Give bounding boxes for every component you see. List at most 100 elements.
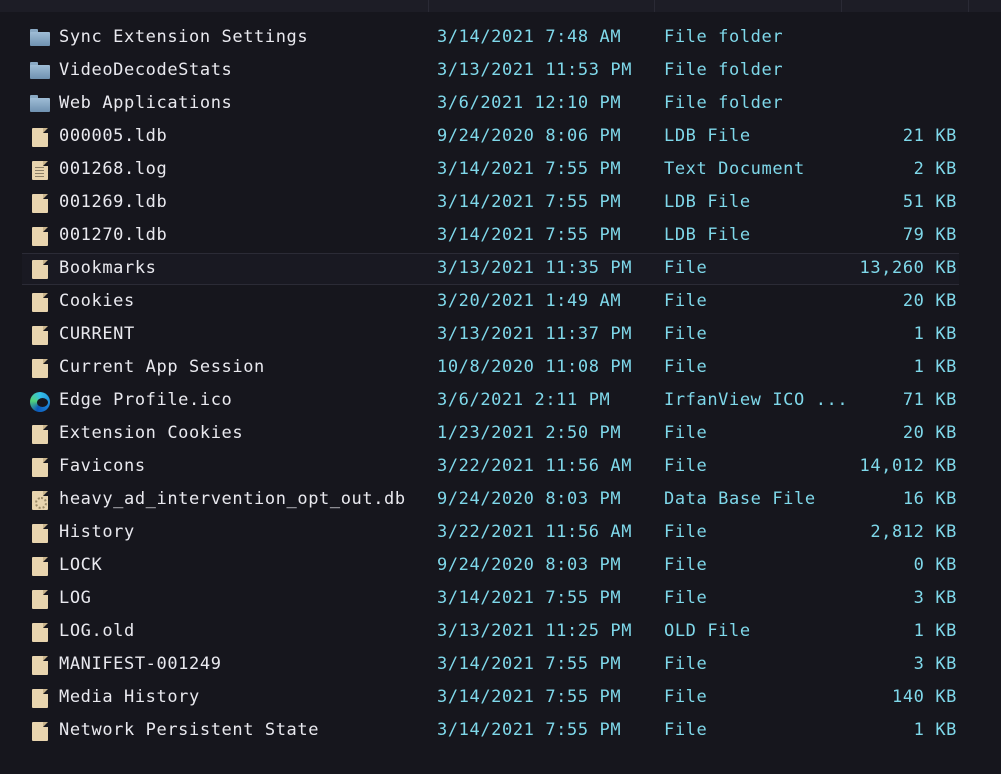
file-date-modified: 3/14/2021 7:55 PM	[437, 687, 622, 707]
file-type: LDB File	[664, 192, 751, 212]
file-size: 0 KB	[913, 555, 957, 575]
file-type: File	[664, 588, 708, 608]
file-size: 2,812 KB	[870, 522, 957, 542]
file-date-modified: 9/24/2020 8:06 PM	[437, 126, 622, 146]
file-row[interactable]: MANIFEST-001249 3/14/2021 7:55 PM File 3 KB	[0, 648, 1001, 681]
database-file-icon	[30, 491, 50, 510]
file-type: File	[664, 456, 708, 476]
file-type: File	[664, 720, 708, 740]
file-icon	[30, 359, 50, 378]
file-row[interactable]: VideoDecodeStats 3/13/2021 11:53 PM File f…	[0, 54, 1001, 87]
file-date-modified: 3/6/2021 2:11 PM	[437, 390, 611, 410]
file-date-modified: 9/24/2020 8:03 PM	[437, 555, 622, 575]
file-date-modified: 3/6/2021 12:10 PM	[437, 93, 622, 113]
file-date-modified: 3/22/2021 11:56 AM	[437, 456, 633, 476]
file-date-modified: 3/14/2021 7:55 PM	[437, 192, 622, 212]
file-name: Edge Profile.ico	[59, 390, 233, 410]
file-row[interactable]: Cookies 3/20/2021 1:49 AM File 20 KB	[0, 285, 1001, 318]
file-name: 001268.log	[59, 159, 168, 179]
text-file-icon	[30, 161, 50, 180]
file-size: 79 KB	[902, 225, 957, 245]
column-header-date[interactable]	[429, 0, 655, 12]
file-row[interactable]: Extension Cookies 1/23/2021 2:50 PM File 20…	[0, 417, 1001, 450]
file-icon	[30, 722, 50, 741]
file-icon	[30, 458, 50, 477]
file-name: Network Persistent State	[59, 720, 320, 740]
file-name: Extension Cookies	[59, 423, 244, 443]
file-icon	[30, 326, 50, 345]
file-type: File	[664, 522, 708, 542]
file-size: 20 KB	[902, 423, 957, 443]
file-row[interactable]: heavy_ad_intervention_opt_out.db 9/24/202…	[0, 483, 1001, 516]
file-row[interactable]: Media History 3/14/2021 7:55 PM File 140 KB	[0, 681, 1001, 714]
file-size: 16 KB	[902, 489, 957, 509]
file-type: File	[664, 423, 708, 443]
file-name: Favicons	[59, 456, 146, 476]
file-type: File folder	[664, 60, 784, 80]
file-size: 51 KB	[902, 192, 957, 212]
file-name: LOG.old	[59, 621, 135, 641]
file-name: LOG	[59, 588, 92, 608]
file-row[interactable]: LOG.old 3/13/2021 11:25 PM OLD File 1 KB	[0, 615, 1001, 648]
file-size: 1 KB	[913, 621, 957, 641]
file-row[interactable]: 001270.ldb 3/14/2021 7:55 PM LDB File 79 KB	[0, 219, 1001, 252]
file-size: 14,012 KB	[859, 456, 957, 476]
file-type: File	[664, 291, 708, 311]
file-size: 21 KB	[902, 126, 957, 146]
file-type: Data Base File	[664, 489, 816, 509]
file-row[interactable]: LOCK 9/24/2020 8:03 PM File 0 KB	[0, 549, 1001, 582]
file-type: File	[664, 654, 708, 674]
file-type: File folder	[664, 27, 784, 47]
file-size: 1 KB	[913, 324, 957, 344]
file-row[interactable]: CURRENT 3/13/2021 11:37 PM File 1 KB	[0, 318, 1001, 351]
file-type: OLD File	[664, 621, 751, 641]
file-name: Bookmarks	[59, 258, 157, 278]
file-name: 000005.ldb	[59, 126, 168, 146]
file-date-modified: 3/20/2021 1:49 AM	[437, 291, 622, 311]
file-row[interactable]: Favicons 3/22/2021 11:56 AM File 14,012 KB	[0, 450, 1001, 483]
file-row[interactable]: 001269.ldb 3/14/2021 7:55 PM LDB File 51 KB	[0, 186, 1001, 219]
file-row[interactable]: 001268.log 3/14/2021 7:55 PM Text Document…	[0, 153, 1001, 186]
file-name: Media History	[59, 687, 200, 707]
file-name: 001269.ldb	[59, 192, 168, 212]
file-date-modified: 9/24/2020 8:03 PM	[437, 489, 622, 509]
file-date-modified: 10/8/2020 11:08 PM	[437, 357, 633, 377]
file-type: IrfanView ICO ...	[664, 390, 849, 410]
file-name: VideoDecodeStats	[59, 60, 233, 80]
file-size: 2 KB	[913, 159, 957, 179]
file-row[interactable]: 000005.ldb 9/24/2020 8:06 PM LDB File 21 KB	[0, 120, 1001, 153]
file-date-modified: 3/14/2021 7:55 PM	[437, 654, 622, 674]
file-list: Sync Extension Settings 3/14/2021 7:48 AM…	[0, 21, 1001, 747]
file-icon	[30, 128, 50, 147]
file-type: LDB File	[664, 225, 751, 245]
file-row[interactable]: Current App Session 10/8/2020 11:08 PM Fil…	[0, 351, 1001, 384]
file-type: File folder	[664, 93, 784, 113]
column-header-size[interactable]	[842, 0, 969, 12]
file-name: Current App Session	[59, 357, 265, 377]
column-header-name[interactable]	[0, 0, 429, 12]
file-row[interactable]: Bookmarks 3/13/2021 11:35 PM File 13,260 KB	[0, 252, 1001, 285]
file-date-modified: 3/14/2021 7:55 PM	[437, 225, 622, 245]
file-type: LDB File	[664, 126, 751, 146]
folder-icon	[30, 95, 50, 113]
file-date-modified: 3/13/2021 11:35 PM	[437, 258, 633, 278]
file-date-modified: 3/14/2021 7:55 PM	[437, 720, 622, 740]
file-row[interactable]: Web Applications 3/6/2021 12:10 PM File fo…	[0, 87, 1001, 120]
column-header-type[interactable]	[655, 0, 842, 12]
file-name: Cookies	[59, 291, 135, 311]
column-header-bar[interactable]	[0, 0, 1001, 12]
file-row[interactable]: Network Persistent State 3/14/2021 7:55 P…	[0, 714, 1001, 747]
file-date-modified: 3/13/2021 11:53 PM	[437, 60, 633, 80]
file-row[interactable]: Edge Profile.ico 3/6/2021 2:11 PM IrfanVie…	[0, 384, 1001, 417]
file-row[interactable]: LOG 3/14/2021 7:55 PM File 3 KB	[0, 582, 1001, 615]
folder-icon	[30, 29, 50, 47]
file-size: 3 KB	[913, 654, 957, 674]
file-row[interactable]: Sync Extension Settings 3/14/2021 7:48 AM…	[0, 21, 1001, 54]
file-row[interactable]: History 3/22/2021 11:56 AM File 2,812 KB	[0, 516, 1001, 549]
file-icon	[30, 425, 50, 444]
file-icon	[30, 194, 50, 213]
file-icon	[30, 590, 50, 609]
file-name: heavy_ad_intervention_opt_out.db	[59, 489, 406, 509]
file-name: History	[59, 522, 135, 542]
edge-icon	[30, 392, 50, 412]
